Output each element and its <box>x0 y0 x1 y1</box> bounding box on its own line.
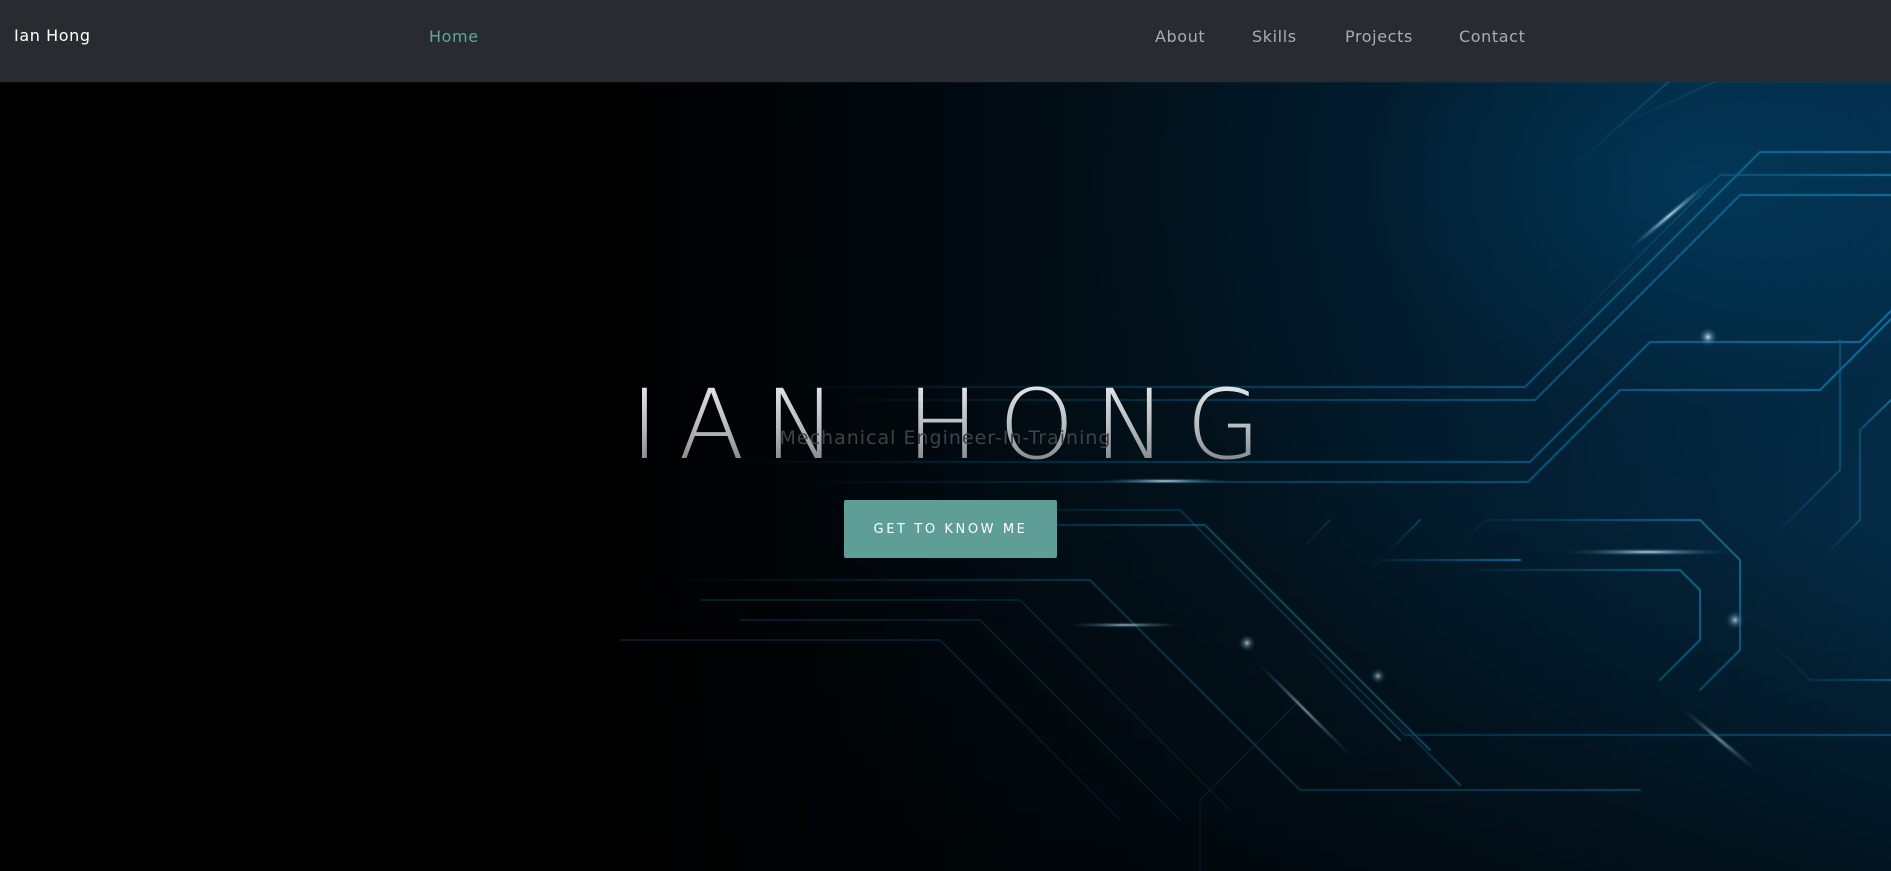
nav-link-home[interactable]: Home <box>429 27 479 46</box>
brand-link[interactable]: Ian Hong <box>14 26 91 45</box>
nav-link-about[interactable]: About <box>1155 27 1205 46</box>
nav-link-skills[interactable]: Skills <box>1252 27 1297 46</box>
get-to-know-me-button[interactable]: GET TO KNOW ME <box>844 500 1057 558</box>
nav-link-contact[interactable]: Contact <box>1459 27 1525 46</box>
navbar: Ian Hong Home About Skills Projects Cont… <box>0 0 1891 82</box>
nav-link-projects[interactable]: Projects <box>1345 27 1413 46</box>
page: Ian Hong Home About Skills Projects Cont… <box>0 0 1891 871</box>
hero-subtitle: Mechanical Engineer-In-Training <box>779 427 1112 449</box>
hero-title: IAN HONG <box>0 370 1891 480</box>
